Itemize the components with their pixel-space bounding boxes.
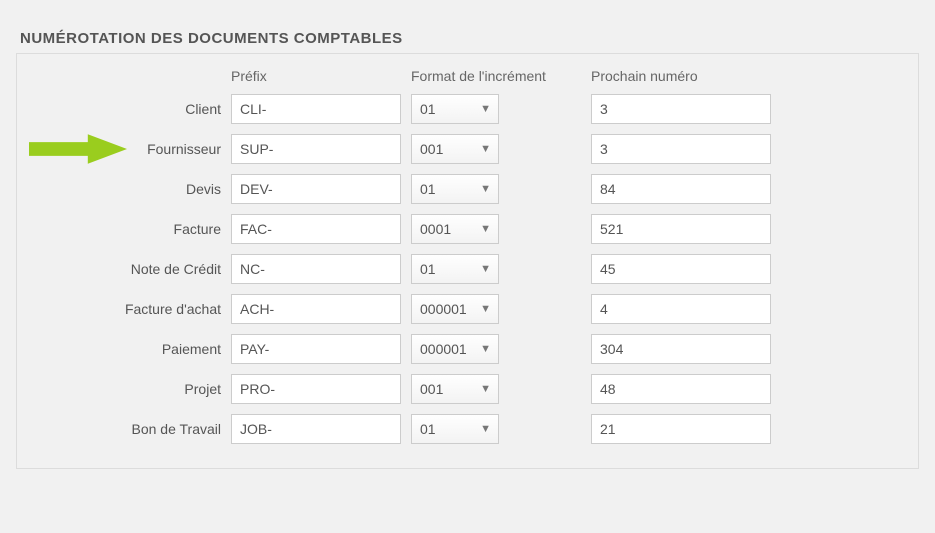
prefix-input-bon-travail[interactable] <box>231 414 401 444</box>
prefix-input-note-credit[interactable] <box>231 254 401 284</box>
next-number-input-paiement[interactable] <box>591 334 771 364</box>
prefix-input-paiement[interactable] <box>231 334 401 364</box>
label-fournisseur: Fournisseur <box>31 141 231 157</box>
prefix-input-facture-achat[interactable] <box>231 294 401 324</box>
label-bon-travail: Bon de Travail <box>31 421 231 437</box>
next-number-input-devis[interactable] <box>591 174 771 204</box>
format-select-fournisseur[interactable]: 001 <box>411 134 499 164</box>
next-number-input-facture-achat[interactable] <box>591 294 771 324</box>
numbering-panel: Préfix Format de l'incrément Prochain nu… <box>16 53 919 469</box>
prefix-input-projet[interactable] <box>231 374 401 404</box>
next-number-input-client[interactable] <box>591 94 771 124</box>
next-number-input-bon-travail[interactable] <box>591 414 771 444</box>
format-select-note-credit[interactable]: 01 <box>411 254 499 284</box>
row-devis: Devis01▼ <box>31 174 904 204</box>
label-note-credit: Note de Crédit <box>31 261 231 277</box>
label-devis: Devis <box>31 181 231 197</box>
row-projet: Projet001▼ <box>31 374 904 404</box>
row-client: Client01▼ <box>31 94 904 124</box>
header-prefix: Préfix <box>231 68 411 84</box>
next-number-input-facture[interactable] <box>591 214 771 244</box>
label-facture: Facture <box>31 221 231 237</box>
format-select-paiement[interactable]: 000001 <box>411 334 499 364</box>
row-facture-achat: Facture d'achat000001▼ <box>31 294 904 324</box>
row-note-credit: Note de Crédit01▼ <box>31 254 904 284</box>
label-facture-achat: Facture d'achat <box>31 301 231 317</box>
format-select-projet[interactable]: 001 <box>411 374 499 404</box>
format-select-bon-travail[interactable]: 01 <box>411 414 499 444</box>
header-spacer <box>31 68 231 84</box>
format-select-client[interactable]: 01 <box>411 94 499 124</box>
prefix-input-fournisseur[interactable] <box>231 134 401 164</box>
header-next: Prochain numéro <box>591 68 791 84</box>
row-facture: Facture0001▼ <box>31 214 904 244</box>
row-bon-travail: Bon de Travail01▼ <box>31 414 904 444</box>
next-number-input-fournisseur[interactable] <box>591 134 771 164</box>
format-select-facture-achat[interactable]: 000001 <box>411 294 499 324</box>
label-paiement: Paiement <box>31 341 231 357</box>
row-paiement: Paiement000001▼ <box>31 334 904 364</box>
format-select-facture[interactable]: 0001 <box>411 214 499 244</box>
format-select-devis[interactable]: 01 <box>411 174 499 204</box>
next-number-input-projet[interactable] <box>591 374 771 404</box>
section-title: NUMÉROTATION DES DOCUMENTS COMPTABLES <box>20 30 919 47</box>
prefix-input-facture[interactable] <box>231 214 401 244</box>
prefix-input-client[interactable] <box>231 94 401 124</box>
row-fournisseur: Fournisseur001▼ <box>31 134 904 164</box>
header-format: Format de l'incrément <box>411 68 591 84</box>
label-projet: Projet <box>31 381 231 397</box>
label-client: Client <box>31 101 231 117</box>
next-number-input-note-credit[interactable] <box>591 254 771 284</box>
prefix-input-devis[interactable] <box>231 174 401 204</box>
column-headers: Préfix Format de l'incrément Prochain nu… <box>31 68 904 84</box>
